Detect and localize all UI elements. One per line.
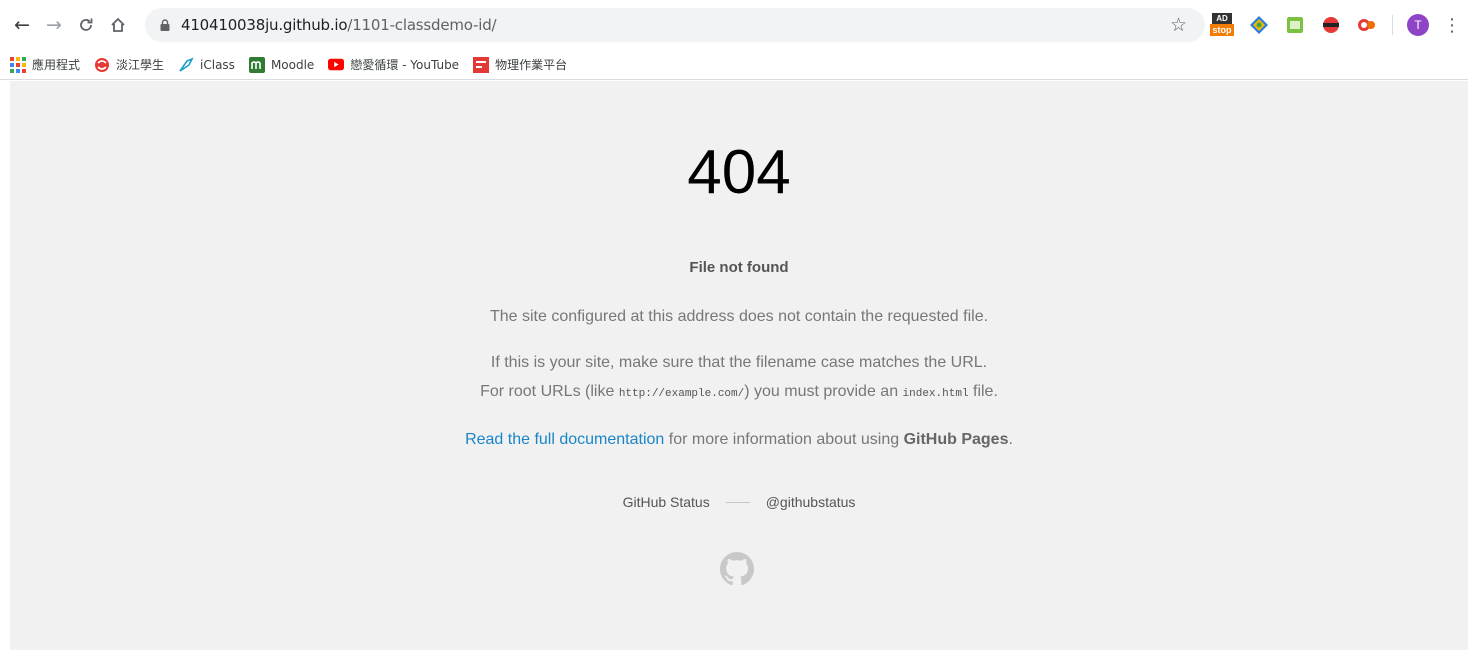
error-title: File not found [689, 259, 789, 276]
bookmark-label: 戀愛循環 - YouTube [350, 58, 460, 72]
green-sheet-extension-icon[interactable] [1284, 14, 1306, 36]
bookmark-label: 應用程式 [32, 58, 81, 72]
url-host: 410410038ju.github.io [181, 16, 348, 34]
url-path: /1101-classdemo-id/ [347, 16, 497, 34]
star-icon[interactable]: ☆ [1170, 14, 1187, 36]
home-icon[interactable] [104, 11, 132, 39]
bookmark-apps[interactable]: 應用程式 [10, 56, 80, 73]
apps-grid-icon [10, 56, 26, 73]
tku-logo-icon [94, 57, 110, 73]
documentation-link[interactable]: Read the full documentation [465, 431, 664, 448]
example-url-code: http://example.com/ [618, 388, 745, 400]
red-black-extension-icon[interactable] [1320, 14, 1342, 36]
page-content: 404 File not found The site configured a… [10, 81, 1468, 650]
bookmark-iclass[interactable]: iClass [178, 56, 235, 73]
bookmarks-bar: 應用程式 淡江學生 iClass Moodle 戀愛循環 - YouTube 物… [0, 50, 1468, 80]
bookmark-youtube[interactable]: 戀愛循環 - YouTube [328, 56, 459, 73]
filename-case-hint: If this is your site, make sure that the… [490, 354, 988, 371]
physics-platform-icon [473, 56, 490, 73]
bookmark-label: iClass [200, 57, 235, 72]
extensions-area: AD stop T ⋮ [1210, 12, 1461, 38]
documentation-middle: for more information about using [664, 431, 904, 448]
bookmark-label: 淡江學生 [116, 58, 165, 72]
reload-icon[interactable] [72, 11, 100, 39]
diamond-extension-icon[interactable] [1248, 14, 1270, 36]
back-arrow-icon[interactable]: ← [8, 11, 36, 39]
bookmark-physics-platform[interactable]: 物理作業平台 [473, 56, 567, 73]
error-message: The site configured at this address does… [489, 308, 989, 325]
footer-divider [725, 501, 750, 503]
root-url-prefix: For root URLs (like [480, 383, 619, 400]
documentation-end: . [1008, 431, 1013, 448]
bookmark-tku-student[interactable]: 淡江學生 [94, 56, 164, 73]
root-url-suffix: file. [968, 383, 998, 400]
red-swirl-extension-icon[interactable] [1356, 14, 1378, 36]
root-url-hint: For root URLs (like http://example.com/)… [10, 383, 1468, 401]
youtube-icon [328, 57, 345, 73]
url-text[interactable]: 410410038ju.github.io/1101-classdemo-id/ [181, 16, 497, 34]
forward-arrow-icon[interactable]: → [40, 11, 68, 39]
bookmark-moodle[interactable]: Moodle [248, 56, 315, 73]
kebab-menu-icon[interactable]: ⋮ [1443, 15, 1461, 36]
footer-links: GitHub Status @githubstatus [10, 494, 1468, 510]
github-status-link[interactable]: GitHub Status [623, 494, 710, 510]
adstop-bottom-label: stop [1210, 24, 1234, 36]
error-code: 404 [687, 138, 791, 207]
browser-toolbar: ← → 410410038ju.github.io/1101-classdemo… [0, 0, 1468, 50]
lock-icon[interactable] [157, 17, 173, 33]
documentation-line: Read the full documentation for more inf… [10, 431, 1468, 449]
bookmark-label: Moodle [270, 57, 315, 72]
address-bar[interactable]: 410410038ju.github.io/1101-classdemo-id/… [145, 8, 1205, 42]
bookmark-label: 物理作業平台 [495, 58, 568, 72]
index-html-code: index.html [902, 388, 969, 400]
github-pages-strong: GitHub Pages [903, 431, 1009, 448]
adstop-extension-icon[interactable]: AD stop [1210, 13, 1234, 37]
github-octocat-icon[interactable] [720, 552, 754, 586]
githubstatus-twitter-link[interactable]: @githubstatus [766, 494, 856, 510]
toolbar-separator [1392, 15, 1393, 35]
iclass-icon [178, 56, 194, 73]
moodle-icon [248, 56, 265, 73]
root-url-middle: ) you must provide an [744, 383, 903, 400]
profile-avatar[interactable]: T [1407, 14, 1429, 36]
